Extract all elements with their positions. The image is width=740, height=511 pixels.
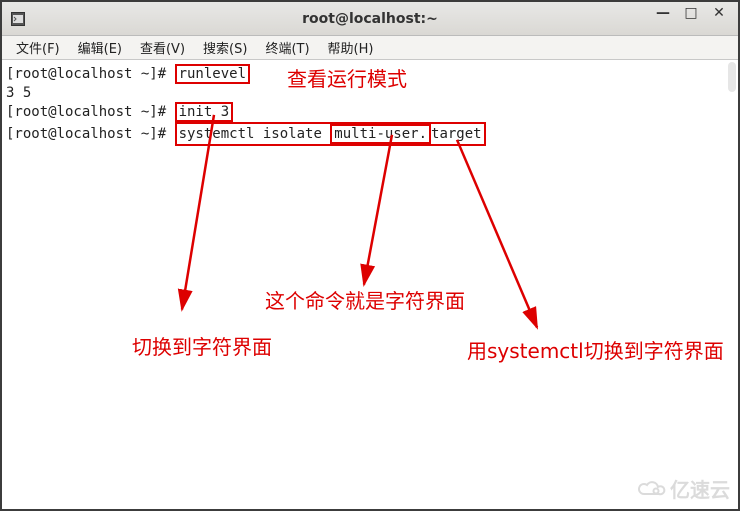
titlebar[interactable]: root@localhost:~ — □ ✕ xyxy=(2,2,738,36)
prompt: [root@localhost ~]# xyxy=(6,126,175,142)
close-button[interactable]: ✕ xyxy=(712,6,726,20)
terminal-icon xyxy=(10,11,26,27)
minimize-button[interactable]: — xyxy=(656,6,670,20)
cmd-runlevel: runlevel xyxy=(175,64,250,84)
output-runlevel: 3 5 xyxy=(6,85,31,101)
scrollbar[interactable] xyxy=(728,62,736,92)
cmd-multi-user-highlight: multi-user. xyxy=(330,124,431,144)
window-buttons: — □ ✕ xyxy=(656,6,734,20)
watermark-text: 亿速云 xyxy=(670,474,730,503)
prompt: [root@localhost ~]# xyxy=(6,66,175,82)
window-title: root@localhost:~ xyxy=(2,11,738,27)
menu-search[interactable]: 搜索(S) xyxy=(195,36,255,59)
maximize-button[interactable]: □ xyxy=(684,6,698,20)
cmd-part-a: systemctl isolate xyxy=(179,126,331,142)
terminal-area[interactable]: [root@localhost ~]# runlevel 3 5 [root@l… xyxy=(2,60,738,509)
menubar: 文件(F) 编辑(E) 查看(V) 搜索(S) 终端(T) 帮助(H) xyxy=(2,36,738,60)
menu-file[interactable]: 文件(F) xyxy=(8,36,68,59)
window-frame: root@localhost:~ — □ ✕ 文件(F) 编辑(E) 查看(V)… xyxy=(0,0,740,511)
cmd-init3: init 3 xyxy=(175,102,234,122)
annot-char-ui-cmd: 这个命令就是字符界面 xyxy=(265,292,465,310)
terminal-line: [root@localhost ~]# init 3 xyxy=(6,102,734,122)
watermark: 亿速云 xyxy=(636,474,730,503)
cmd-part-c: target xyxy=(431,126,482,142)
annot-systemctl-switch: 用systemctl切换到字符界面 xyxy=(467,342,724,360)
cmd-systemctl: systemctl isolate multi-user.target xyxy=(175,122,486,146)
prompt: [root@localhost ~]# xyxy=(6,104,175,120)
cloud-icon xyxy=(636,479,666,499)
annot-switch-char: 切换到字符界面 xyxy=(132,338,272,356)
menu-help[interactable]: 帮助(H) xyxy=(320,36,382,59)
terminal-line: [root@localhost ~]# systemctl isolate mu… xyxy=(6,122,734,146)
menu-view[interactable]: 查看(V) xyxy=(132,36,193,59)
terminal-line: [root@localhost ~]# runlevel xyxy=(6,64,734,84)
menu-edit[interactable]: 编辑(E) xyxy=(70,36,130,59)
menu-terminal[interactable]: 终端(T) xyxy=(257,36,317,59)
terminal-line: 3 5 xyxy=(6,84,734,102)
